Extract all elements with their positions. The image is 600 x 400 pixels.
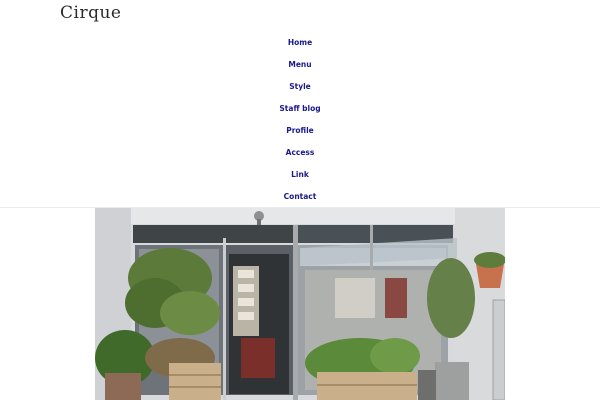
- nav-link-menu[interactable]: Menu: [288, 60, 311, 69]
- nav-link-access[interactable]: Access: [286, 148, 315, 157]
- nav-link-style[interactable]: Style: [289, 82, 311, 91]
- nav-item-link: Link: [0, 163, 600, 185]
- nav-link-profile[interactable]: Profile: [286, 126, 314, 135]
- nav-item-home: Home: [0, 31, 600, 53]
- nav-link-home[interactable]: Home: [288, 38, 312, 47]
- nav-item-access: Access: [0, 141, 600, 163]
- nav-item-contact: Contact: [0, 185, 600, 207]
- nav-item-menu: Menu: [0, 53, 600, 75]
- nav-item-staff-blog: Staff blog: [0, 97, 600, 119]
- hero-storefront-image: [95, 208, 505, 400]
- nav-item-profile: Profile: [0, 119, 600, 141]
- nav-link-staff-blog[interactable]: Staff blog: [279, 104, 320, 113]
- nav-item-style: Style: [0, 75, 600, 97]
- main-nav: Home Menu Style Staff blog Profile Acces…: [0, 31, 600, 207]
- nav-link-contact[interactable]: Contact: [284, 192, 317, 201]
- site-title[interactable]: Cirque: [60, 3, 121, 23]
- nav-link-link[interactable]: Link: [291, 170, 309, 179]
